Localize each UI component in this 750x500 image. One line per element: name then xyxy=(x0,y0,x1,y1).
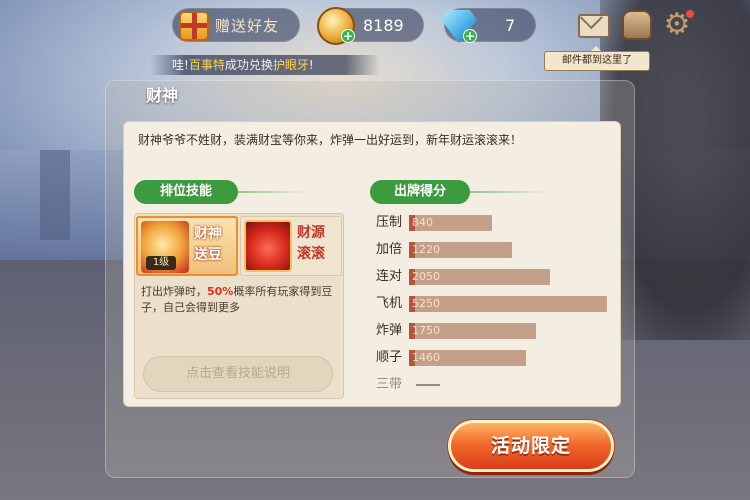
score-label: 飞机 xyxy=(376,296,403,311)
panel-intro: 财神爷爷不姓财，装满财宝等你来，炸弹一出好运到，新年财运滚滚来！ xyxy=(138,133,523,147)
scores-tag: 出牌得分 xyxy=(370,180,470,204)
skill-card-caishen[interactable]: 1级 财神送豆 xyxy=(136,216,238,276)
add-coins-icon[interactable]: + xyxy=(341,29,355,43)
score-row: 压制 840 xyxy=(376,214,616,232)
score-label: 三带 xyxy=(376,377,403,392)
score-label: 连对 xyxy=(376,269,403,284)
score-empty-dash xyxy=(416,384,440,386)
score-value: 840 xyxy=(412,216,433,229)
mail-icon[interactable] xyxy=(578,14,610,38)
score-value: 1750 xyxy=(412,324,440,337)
skill-name: 财神送豆 xyxy=(194,226,222,263)
score-row: 炸弹 1750 xyxy=(376,322,616,340)
coin-count: 8189 xyxy=(363,16,404,35)
score-row: 三带 xyxy=(376,376,616,394)
marquee-prefix: 哇! xyxy=(172,58,189,72)
gem-count: 7 xyxy=(505,16,516,35)
coin-balance[interactable]: + 8189 xyxy=(317,7,424,45)
top-bar: 赠送好友 + 8189 + 7 ⚙ 邮件都到这里了 xyxy=(0,0,750,71)
score-label: 压制 xyxy=(376,215,403,230)
score-label: 炸弹 xyxy=(376,323,403,338)
skills-divider xyxy=(238,191,308,193)
gift-friend-button[interactable]: 赠送好友 xyxy=(172,8,300,42)
notification-dot xyxy=(686,10,694,18)
broadcast-marquee: 哇!百事特成功兑换护眼牙! xyxy=(150,55,380,75)
score-label: 加倍 xyxy=(376,242,403,257)
background-building xyxy=(40,150,70,240)
score-row: 顺子 1460 xyxy=(376,349,616,367)
bag-icon[interactable] xyxy=(622,10,652,40)
skill-card-caiyuan[interactable]: 财源滚滚 xyxy=(240,216,342,276)
score-value: 2050 xyxy=(412,270,440,283)
panel-title: 财神 xyxy=(146,86,179,105)
view-skill-info-button[interactable]: 点击查看技能说明 xyxy=(143,356,333,392)
mail-tooltip: 邮件都到这里了 xyxy=(544,46,650,71)
gem-balance[interactable]: + 7 xyxy=(441,8,536,43)
score-row: 加倍 1220 xyxy=(376,241,616,259)
skills-tag: 排位技能 xyxy=(134,180,238,204)
marquee-player: 百事特 xyxy=(188,58,225,72)
marquee-suffix: ! xyxy=(308,58,314,72)
score-row: 飞机 5250 xyxy=(376,295,616,313)
skill-description: 打出炸弹时，50%概率所有玩家得到豆子，自己会得到更多 xyxy=(141,284,341,316)
score-row: 连对 2050 xyxy=(376,268,616,286)
gift-icon xyxy=(179,11,209,41)
skill-name: 财源滚滚 xyxy=(297,225,325,262)
money-bag-icon xyxy=(244,220,292,272)
score-value: 5250 xyxy=(412,297,440,310)
marquee-item: 护眼牙 xyxy=(272,58,309,72)
scores-divider xyxy=(470,191,550,193)
score-label: 顺子 xyxy=(376,350,403,365)
score-value: 1460 xyxy=(412,351,440,364)
add-gems-icon[interactable]: + xyxy=(463,29,477,43)
event-limited-button[interactable]: 活动限定 xyxy=(448,420,614,472)
skill-desc-pre: 打出炸弹时， xyxy=(141,285,207,298)
skill-desc-highlight: 50% xyxy=(207,285,234,298)
skill-level-badge: 1级 xyxy=(146,256,176,270)
score-value: 1220 xyxy=(412,243,440,256)
gift-friend-label: 赠送好友 xyxy=(215,17,280,35)
marquee-text: 成功兑换 xyxy=(224,58,273,72)
